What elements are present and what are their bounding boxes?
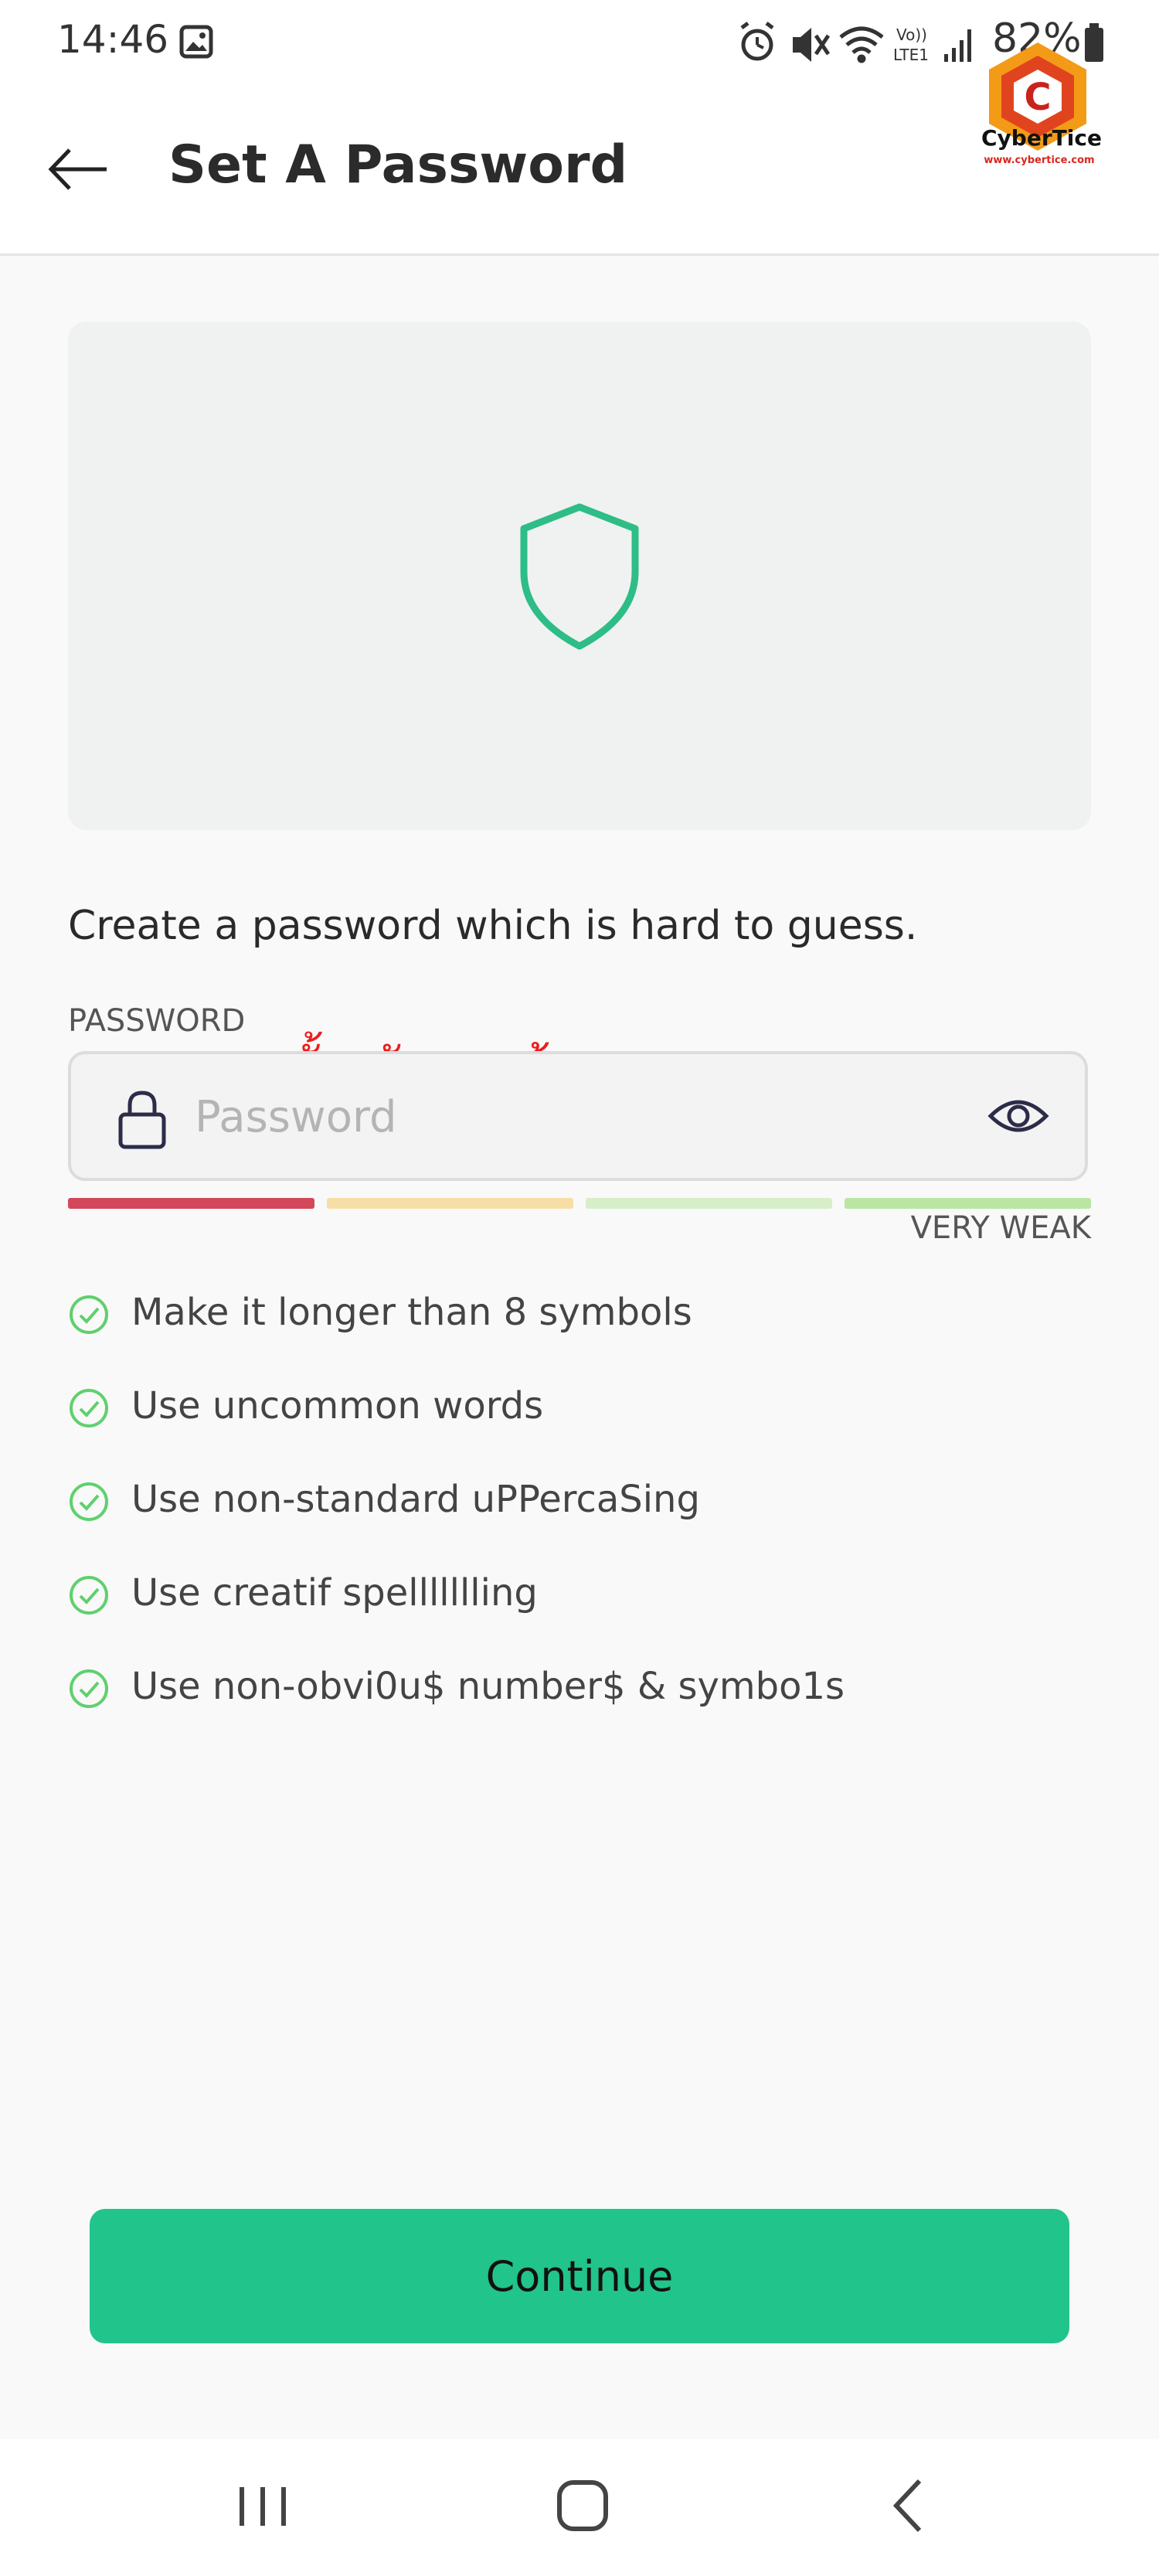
tip-item: Use creatif spellllllling	[68, 1571, 1088, 1665]
tip-text: Use non-standard uPPercaSing	[131, 1478, 700, 1521]
tip-item: Use uncommon words	[68, 1384, 1088, 1478]
wifi-icon	[839, 26, 884, 63]
tip-text: Use creatif spellllllling	[131, 1571, 538, 1615]
alarm-icon	[740, 22, 774, 61]
tip-text: Use non-obvi0u$ number$ & symbo1s	[131, 1665, 845, 1708]
check-circle-icon	[70, 1669, 108, 1708]
instruction-text: Create a password which is hard to guess…	[68, 903, 918, 949]
system-nav-bar	[0, 2439, 1159, 2576]
recent-apps-icon[interactable]	[232, 2479, 294, 2533]
tip-item: Use non-obvi0u$ number$ & symbo1s	[68, 1665, 1088, 1758]
page-title: Set A Password	[168, 134, 628, 196]
signal-icon	[944, 29, 971, 62]
strength-segment	[327, 1198, 573, 1209]
lock-icon	[118, 1091, 166, 1149]
home-icon[interactable]	[553, 2476, 612, 2535]
logo-url: www.cybertice.com	[984, 155, 1095, 166]
tips-list: Make it longer than 8 symbols Use uncommo…	[68, 1291, 1088, 1758]
check-circle-icon	[70, 1576, 108, 1615]
image-icon	[179, 25, 213, 59]
continue-button[interactable]: Continue	[90, 2209, 1069, 2343]
check-circle-icon	[70, 1482, 108, 1521]
svg-text:C: C	[1024, 76, 1051, 119]
strength-segment	[586, 1198, 832, 1209]
strength-segment	[68, 1198, 314, 1209]
back-nav-icon[interactable]	[889, 2476, 927, 2535]
eye-icon[interactable]	[987, 1093, 1049, 1139]
tip-text: Use uncommon words	[131, 1384, 544, 1428]
check-circle-icon	[70, 1295, 108, 1334]
tip-item: Make it longer than 8 symbols	[68, 1291, 1088, 1384]
arrow-left-icon[interactable]	[45, 136, 111, 202]
password-input[interactable]	[193, 1073, 969, 1161]
strength-label: VERY WEAK	[910, 1210, 1091, 1246]
app-header: Set A Password C CyberTice www.cybertice…	[0, 43, 1159, 256]
password-label: PASSWORD	[68, 1003, 246, 1039]
hero-card	[68, 322, 1091, 830]
svg-text:LTE1: LTE1	[893, 46, 929, 64]
logo-name: CyberTice	[981, 125, 1102, 151]
mute-icon	[793, 28, 831, 62]
password-field	[68, 1051, 1088, 1181]
tip-item: Use non-standard uPPercaSing	[68, 1478, 1088, 1571]
status-time: 14:46	[57, 17, 169, 62]
shield-icon	[520, 503, 639, 650]
svg-text:Vo)): Vo))	[896, 26, 927, 44]
strength-segment	[845, 1198, 1091, 1209]
tip-text: Make it longer than 8 symbols	[131, 1291, 692, 1334]
check-circle-icon	[70, 1389, 108, 1428]
volte-icon: Vo)) LTE1	[893, 26, 929, 64]
